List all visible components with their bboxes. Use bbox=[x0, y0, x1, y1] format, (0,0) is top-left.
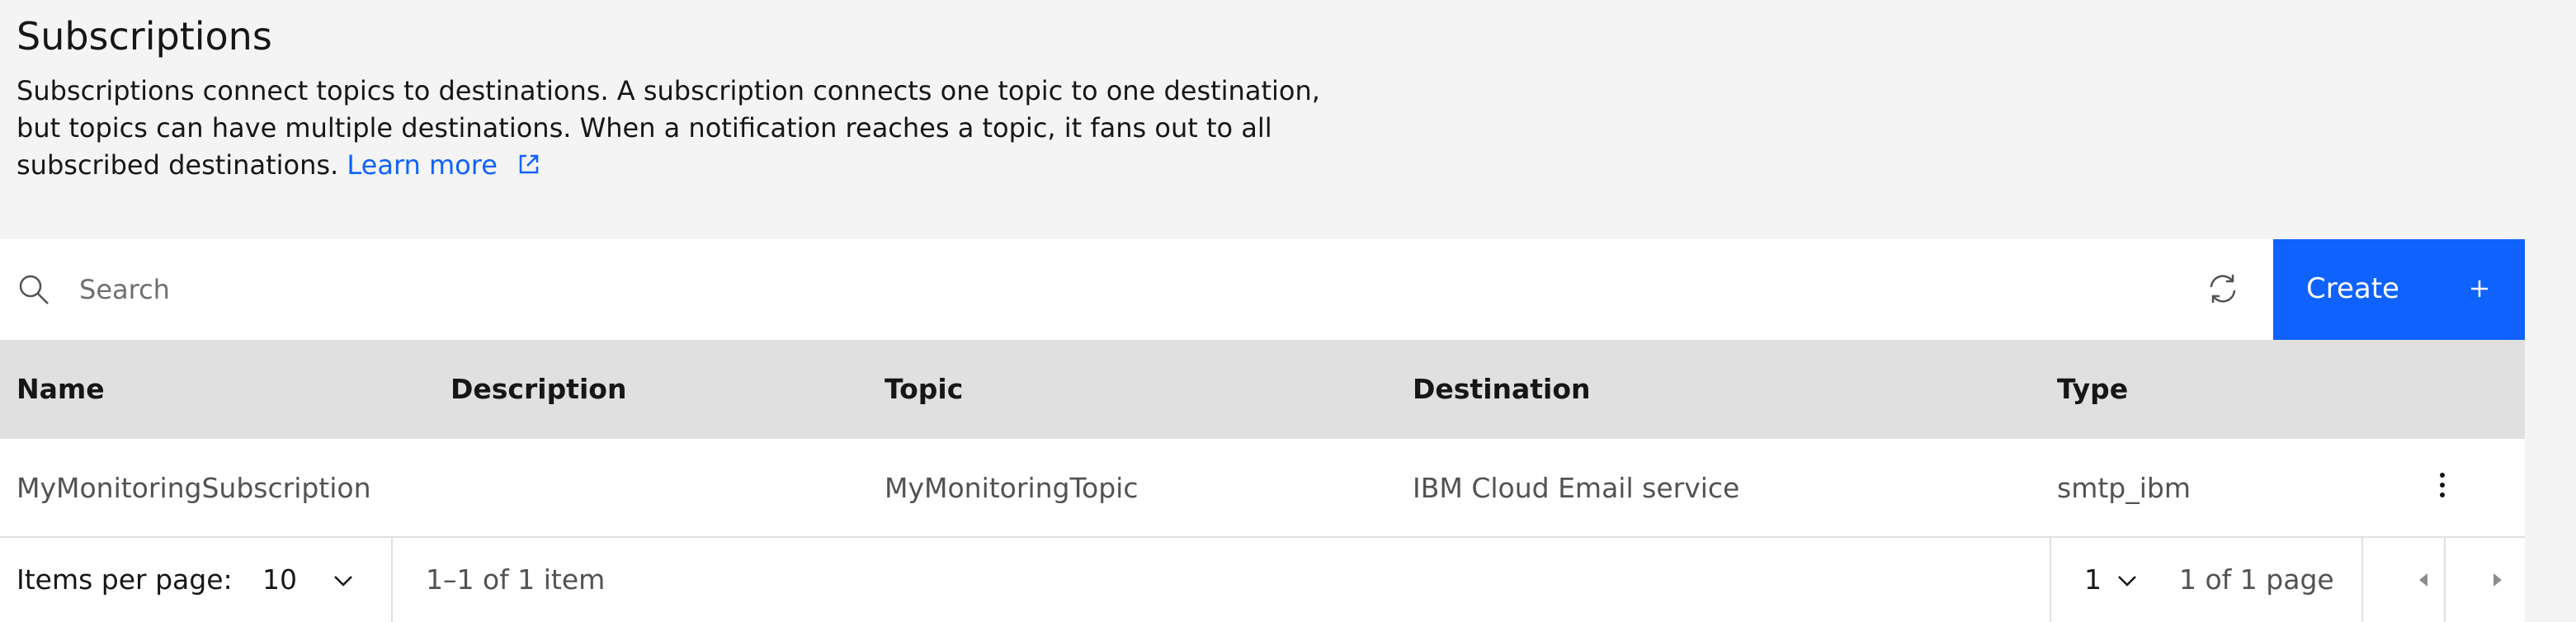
search-icon bbox=[17, 272, 51, 307]
pagination-bar: Items per page: 10 1–1 of 1 item 1 1 of … bbox=[0, 538, 2525, 622]
table-row[interactable]: MyMonitoringSubscription MyMonitoringTop… bbox=[0, 439, 2525, 538]
description-line-3-text: subscribed destinations. bbox=[17, 149, 339, 181]
description-line-1: Subscriptions connect topics to destinat… bbox=[17, 75, 1320, 106]
learn-more-link[interactable]: Learn more bbox=[347, 149, 542, 181]
column-header-type[interactable]: Type bbox=[2057, 373, 2128, 406]
column-header-description[interactable]: Description bbox=[451, 373, 626, 406]
caret-right-icon bbox=[2493, 573, 2502, 587]
column-header-destination[interactable]: Destination bbox=[1413, 373, 1591, 406]
pager-divider bbox=[2050, 538, 2051, 622]
refresh-icon[interactable] bbox=[2205, 271, 2241, 307]
cell-name: MyMonitoringSubscription bbox=[17, 472, 371, 504]
table-toolbar: Create bbox=[0, 239, 2525, 340]
cell-topic: MyMonitoringTopic bbox=[885, 472, 1139, 504]
add-icon bbox=[2465, 274, 2494, 304]
items-per-page-value: 10 bbox=[262, 563, 297, 596]
create-button-label: Create bbox=[2306, 272, 2399, 305]
chevron-down-icon bbox=[2114, 568, 2140, 594]
cell-type: smtp_ibm bbox=[2057, 472, 2191, 504]
cell-destination: IBM Cloud Email service bbox=[1413, 472, 1740, 504]
page-title: Subscriptions bbox=[17, 14, 272, 59]
description-line-2: but topics can have multiple destination… bbox=[17, 112, 1272, 144]
overflow-menu-icon[interactable] bbox=[2426, 469, 2459, 505]
pager-divider bbox=[391, 538, 393, 622]
page-range-text: 1 of 1 page bbox=[2179, 563, 2334, 596]
items-per-page-label: Items per page: bbox=[17, 563, 233, 596]
description-line-3: subscribed destinations. Learn more bbox=[17, 147, 1370, 187]
next-page-button[interactable] bbox=[2424, 538, 2546, 622]
page-description: Subscriptions connect topics to destinat… bbox=[17, 73, 1370, 187]
create-button[interactable]: Create bbox=[2273, 239, 2525, 340]
page-select-value: 1 bbox=[2084, 563, 2102, 596]
chevron-down-icon bbox=[330, 568, 356, 594]
column-header-topic[interactable]: Topic bbox=[885, 373, 963, 406]
search-input[interactable] bbox=[79, 261, 2142, 318]
external-link-icon bbox=[516, 150, 542, 187]
table-header-row: Name Description Topic Destination Type bbox=[0, 340, 2525, 439]
column-header-name[interactable]: Name bbox=[17, 373, 105, 406]
learn-more-label: Learn more bbox=[347, 149, 498, 181]
item-range-text: 1–1 of 1 item bbox=[426, 563, 606, 596]
